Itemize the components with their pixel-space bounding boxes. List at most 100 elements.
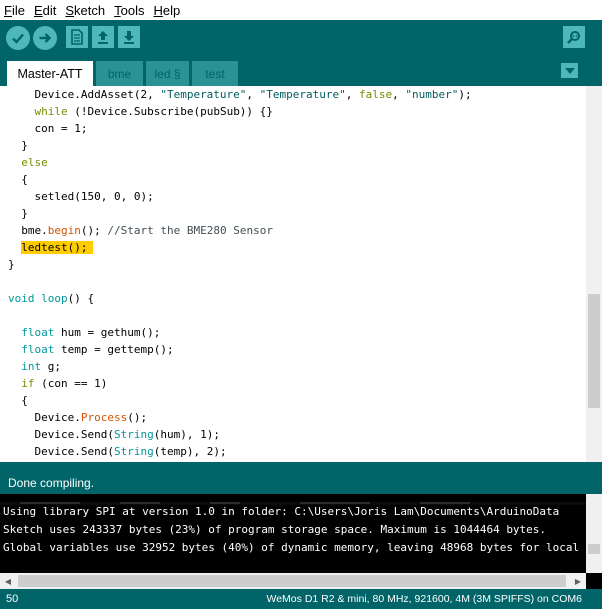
code-token: int xyxy=(21,360,42,373)
code-line: float temp = gettemp(); xyxy=(8,341,586,358)
console-horizontal-scrollbar[interactable]: ◀ ▶ xyxy=(0,573,586,589)
tab-bme[interactable]: bme xyxy=(96,61,143,86)
code-token: (); xyxy=(80,224,108,237)
menu-item-help[interactable]: Help xyxy=(153,3,180,18)
code-token: () { xyxy=(67,292,95,305)
code-token: //Start the BME280 Sensor xyxy=(107,224,273,237)
editor-scroll-thumb[interactable] xyxy=(588,294,600,408)
bottom-status-bar: 50 WeMos D1 R2 & mini, 80 MHz, 921600, 4… xyxy=(0,589,602,609)
console-hscroll-thumb[interactable] xyxy=(18,575,566,587)
code-token: , xyxy=(392,88,406,101)
console-output[interactable]: Using library SPI at version 1.0 in fold… xyxy=(0,494,602,589)
tab-bar: Master-ATT bme led § test xyxy=(0,58,602,86)
highlighted-code-token: ledtest(); xyxy=(21,241,94,254)
code-token: "Temperature" xyxy=(259,88,346,101)
tab-test[interactable]: test xyxy=(192,61,238,86)
tab-led[interactable]: led § xyxy=(146,61,189,86)
code-token: temp = gettemp(); xyxy=(54,343,174,356)
code-line: bme.begin(); //Start the BME280 Sensor xyxy=(8,222,586,239)
code-token: loop xyxy=(41,292,68,305)
new-button[interactable] xyxy=(66,26,88,48)
upload-icon xyxy=(39,33,52,43)
console-vertical-scrollbar[interactable] xyxy=(586,494,602,573)
code-token: if xyxy=(21,377,35,390)
code-token: float xyxy=(21,343,55,356)
serial-monitor-icon xyxy=(567,31,580,44)
tab-label: bme xyxy=(107,66,132,81)
code-token: (); xyxy=(127,411,148,424)
verify-button[interactable] xyxy=(6,26,30,50)
menu-item-mnemonic: F xyxy=(4,2,12,18)
code-line: { xyxy=(8,392,586,409)
new-icon xyxy=(71,29,83,45)
code-token: begin xyxy=(47,224,81,237)
code-line: Device.Send(String(hum), 1); xyxy=(8,426,586,443)
console-line: Sketch uses 243337 bytes (23%) of progra… xyxy=(3,523,547,536)
code-token: Device.Send( xyxy=(8,428,114,441)
code-line: float hum = gethum(); xyxy=(8,324,586,341)
code-line: Device.AddAsset(2, "Temperature", "Tempe… xyxy=(8,86,586,103)
code-area[interactable]: Device.AddAsset(2, "Temperature", "Tempe… xyxy=(8,86,586,460)
menu-bar: File Edit Sketch Tools Help xyxy=(0,0,602,20)
code-editor[interactable]: Device.AddAsset(2, "Temperature", "Tempe… xyxy=(0,86,602,462)
save-button[interactable] xyxy=(118,26,140,48)
console-vscroll-thumb[interactable] xyxy=(588,544,600,554)
code-token: ); xyxy=(458,88,472,101)
code-line: void loop() { xyxy=(8,290,586,307)
toolbar xyxy=(0,20,602,58)
upload-button[interactable] xyxy=(33,26,57,50)
tab-master-att[interactable]: Master-ATT xyxy=(7,61,93,86)
code-token: while xyxy=(34,105,68,118)
scroll-right-arrow-icon[interactable]: ▶ xyxy=(570,573,586,589)
chevron-down-icon xyxy=(564,67,575,74)
code-token: (!Device.Subscribe(pubSub)) {} xyxy=(67,105,273,118)
code-token: String xyxy=(113,445,154,458)
code-token: , xyxy=(345,88,360,101)
menu-item-label: ile xyxy=(11,2,25,18)
board-info: WeMos D1 R2 & mini, 80 MHz, 921600, 4M (… xyxy=(266,593,583,605)
serial-monitor-button[interactable] xyxy=(563,26,585,48)
code-line: if (con == 1) xyxy=(8,375,586,392)
code-token: } xyxy=(8,258,15,271)
code-token: bme. xyxy=(8,224,48,237)
tab-label: Master-ATT xyxy=(17,66,83,81)
line-number: 50 xyxy=(6,593,19,605)
code-token: hum = gethum(); xyxy=(54,326,161,339)
menu-item-label: elp xyxy=(162,2,181,18)
menu-item-tools[interactable]: Tools xyxy=(114,3,144,18)
code-line: } xyxy=(8,137,586,154)
code-token: float xyxy=(21,326,55,339)
menu-item-label: ools xyxy=(120,2,145,18)
code-token: { xyxy=(8,173,28,186)
save-icon xyxy=(124,31,134,44)
console-line: Using library SPI at version 1.0 in fold… xyxy=(3,505,560,518)
tab-menu-button[interactable] xyxy=(561,63,578,78)
code-token: } xyxy=(8,139,28,152)
status-bar: Done compiling. xyxy=(0,462,602,494)
code-token: (temp), 2); xyxy=(153,445,227,458)
code-token: Process xyxy=(80,411,128,424)
tab-label: test xyxy=(205,66,225,81)
scroll-left-arrow-icon[interactable]: ◀ xyxy=(0,573,16,589)
menu-item-label: ketch xyxy=(74,2,106,18)
code-token: g; xyxy=(41,360,61,373)
code-token: { xyxy=(8,394,28,407)
code-line: else xyxy=(8,154,586,171)
menu-item-sketch[interactable]: Sketch xyxy=(65,3,105,18)
code-token: "number" xyxy=(405,88,459,101)
code-token: void xyxy=(8,292,35,305)
menu-item-edit[interactable]: Edit xyxy=(34,3,56,18)
menu-item-label: dit xyxy=(42,2,57,18)
code-line: con = 1; xyxy=(8,120,586,137)
code-line: setled(150, 0, 0); xyxy=(8,188,586,205)
code-token: Device.AddAsset(2, xyxy=(8,88,161,101)
editor-vertical-scrollbar[interactable] xyxy=(586,86,602,462)
menu-item-file[interactable]: File xyxy=(4,3,25,18)
code-line: } xyxy=(8,256,586,273)
code-token: con = 1; xyxy=(8,122,88,135)
open-button[interactable] xyxy=(92,26,114,48)
